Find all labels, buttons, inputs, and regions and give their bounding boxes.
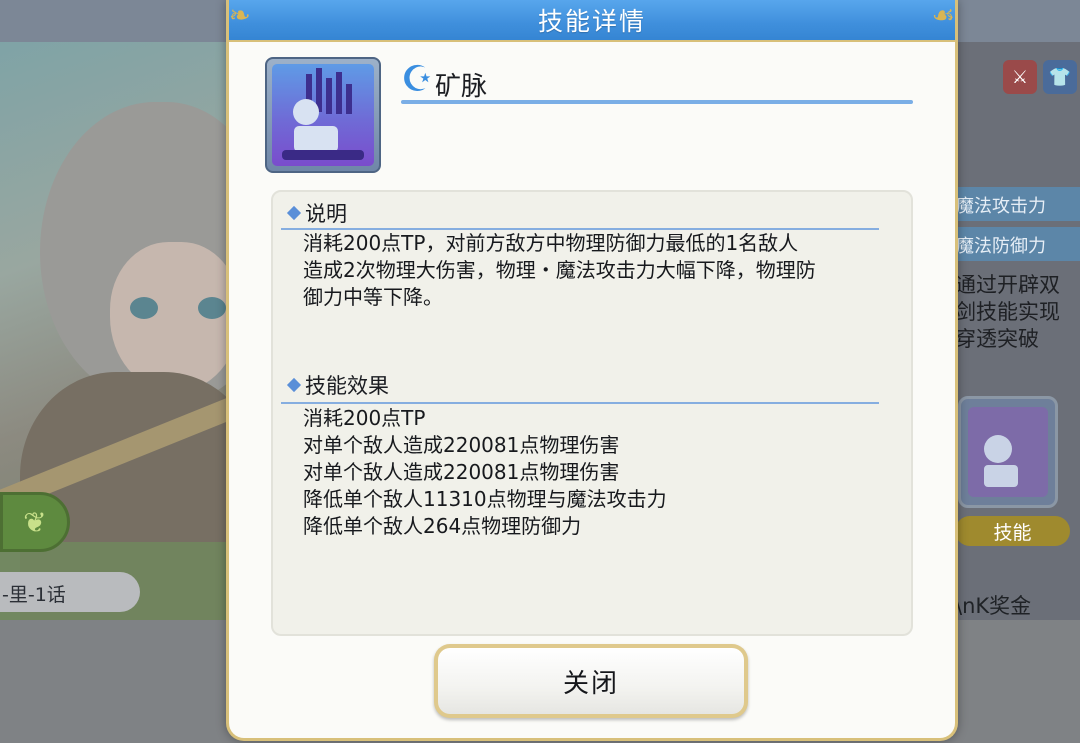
skill-info-panel: 说明 消耗200点TP，对前方敌方中物理防御力最低的1名敌人 造成2次物理大伤害… [271,190,913,636]
leaf-button[interactable]: ❦ [0,492,70,552]
prize-label: \nK奖金 [955,594,1032,618]
description-heading: 说明 [286,198,347,228]
stat-magic-defense: 魔法防御力 [950,227,1080,261]
effects-heading: 技能效果 [286,370,389,400]
description-heading-label: 说明 [305,202,347,226]
ornament-icon: ☙ [931,1,955,31]
dialog-header: ❧ 技能详情 ☙ [229,0,955,42]
effect-line: 对单个敌人造成220081点物理伤害 [303,460,620,484]
effects-divider [281,402,879,404]
stat-magic-attack: 魔法攻击力 [950,187,1080,221]
skill-name: 矿脉 [435,72,488,102]
side-skill-label[interactable]: 技能 [955,516,1070,546]
effect-line: 消耗200点TP [303,406,426,430]
ornament-icon: ❧ [229,1,251,31]
chapter-label[interactable]: -里-1话 [0,572,140,612]
swirl-icon: ☪ [401,59,434,100]
description-text: 消耗200点TP，对前方敌方中物理防御力最低的1名敌人 造成2次物理大伤害，物理… [303,231,816,309]
skill-name-row: ☪ 矿脉 [401,60,913,108]
dialog-title: 技能详情 [537,7,646,36]
leaf-icon: ❦ [23,505,47,539]
sword-icon[interactable]: ⚔ [1003,60,1037,94]
effects-list: 消耗200点TP 对单个敌人造成220081点物理伤害 对单个敌人造成22008… [303,405,667,540]
armor-icon[interactable]: 👕 [1043,60,1077,94]
effect-line: 降低单个敌人264点物理防御力 [303,514,582,538]
side-skill-card[interactable] [958,396,1058,508]
skill-icon-frame [265,57,381,173]
effect-line: 降低单个敌人11310点物理与魔法攻击力 [303,487,667,511]
diamond-bullet-icon [286,377,302,393]
skill-detail-dialog: ❧ 技能详情 ☙ ☪ 矿脉 说明 消耗200点TP，对前方敌方中物理防御力最低的… [226,0,958,741]
close-button[interactable]: 关闭 [434,644,748,718]
equipment-icons: ⚔ 👕 [1003,60,1077,94]
close-button-label[interactable]: 关闭 [438,648,744,714]
effects-heading-label: 技能效果 [305,374,389,398]
character-eye-left [130,297,158,319]
skill-name-underline [401,100,913,104]
skill-figure-icon [968,407,1048,497]
character-face [110,242,240,392]
character-eye-right [198,297,226,319]
skill-figure-icon [272,64,374,166]
side-description: 通过开辟双 剑技能实现 穿透突破 [955,273,1060,351]
diamond-bullet-icon [286,205,302,221]
effect-line: 对单个敌人造成220081点物理伤害 [303,433,620,457]
